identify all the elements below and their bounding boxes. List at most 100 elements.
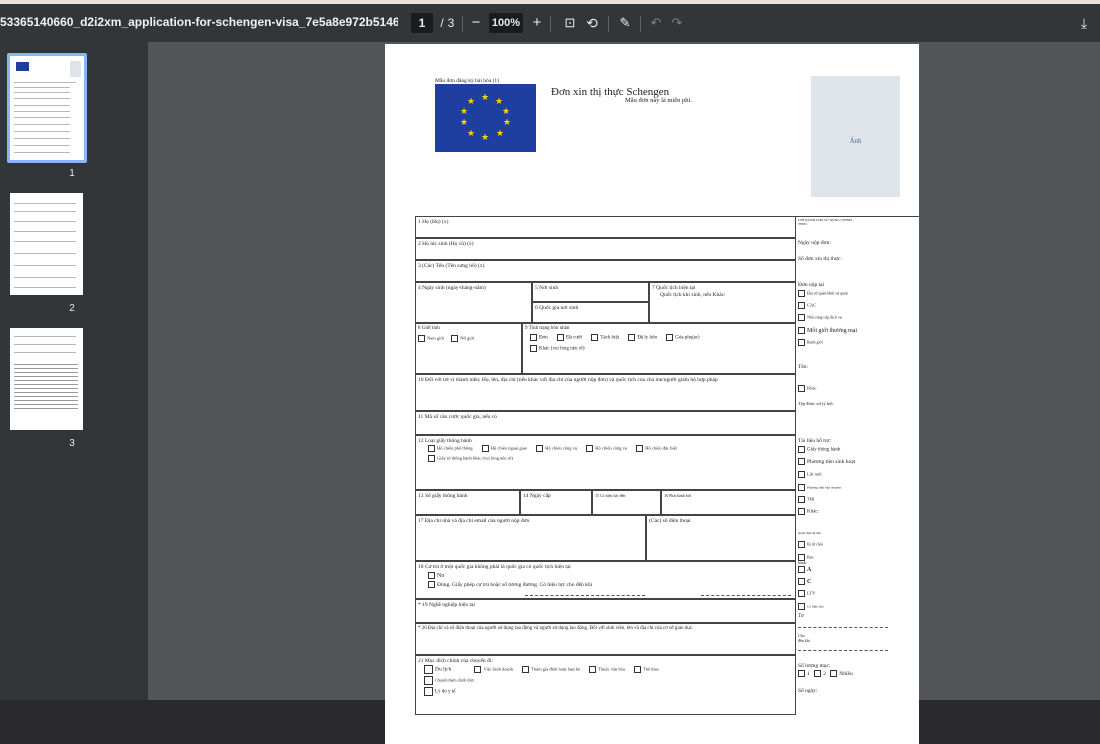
checkbox-single[interactable] bbox=[530, 334, 537, 342]
official-handled-by-label: Tệp được xử lý bởi: bbox=[798, 401, 834, 406]
field-telephone[interactable]: (Các) số điện thoại bbox=[646, 515, 796, 561]
checkbox-ordinary-passport[interactable] bbox=[428, 444, 435, 452]
field-issued-by[interactable]: 16 Phát hành bởi bbox=[661, 490, 796, 515]
checkbox-official-passport-label: Hộ chiếu công vụ bbox=[595, 445, 628, 451]
checkbox-border[interactable] bbox=[798, 339, 805, 346]
field-occupation[interactable]: * 19 Nghề nghiệp hiện tại bbox=[415, 599, 796, 623]
zoom-in-icon[interactable]: + bbox=[530, 13, 544, 33]
field-document-number[interactable]: 13 Số giấy thông hành bbox=[415, 490, 520, 515]
residence-permit-line bbox=[525, 595, 645, 596]
thumb-line bbox=[14, 92, 70, 93]
checkbox-residence-no[interactable] bbox=[428, 571, 435, 579]
field-date-of-birth[interactable]: 4 Ngày sinh (ngày-tháng-năm) bbox=[415, 282, 532, 323]
checkbox-doc-transport[interactable] bbox=[798, 484, 805, 491]
checkbox-doc-other[interactable] bbox=[798, 508, 805, 515]
checkbox-official-visit[interactable] bbox=[424, 675, 433, 685]
checkbox-doc-invitation[interactable] bbox=[798, 471, 805, 478]
residence-valid-line bbox=[701, 595, 791, 596]
checkbox-male[interactable] bbox=[418, 335, 425, 343]
checkbox-medical-label: Lý do y tế bbox=[435, 689, 456, 695]
checkbox-marital-other[interactable] bbox=[530, 345, 537, 353]
checkbox-other-travel-doc-label: Giấy tờ thông hành khác (vui lòng nêu rõ… bbox=[437, 455, 513, 461]
checkbox-other-travel-doc[interactable] bbox=[428, 454, 435, 462]
field-date-of-issue[interactable]: 14 Ngày cấp bbox=[520, 490, 592, 515]
checkbox-single-label: Đơn bbox=[539, 335, 548, 341]
thumbnail-page-3[interactable] bbox=[10, 328, 83, 430]
checkbox-cac[interactable] bbox=[798, 302, 805, 309]
official-use-heading: CHỈ DÀNH CHO SỬ DỤNG CHÍNH THỨC bbox=[798, 218, 852, 227]
field-national-id[interactable]: 11 Mã số căn cước quốc gia, nếu có bbox=[415, 411, 796, 435]
official-until-label: Cho đến khi bbox=[798, 633, 810, 643]
field-surname-at-birth[interactable]: 2 Họ lúc sinh (Họ cũ) (x) bbox=[415, 238, 796, 260]
zoom-out-icon[interactable]: − bbox=[469, 13, 483, 33]
field-country-of-birth[interactable]: 6 Quốc gia nơi sinh bbox=[532, 302, 649, 323]
checkbox-refused[interactable] bbox=[798, 541, 805, 548]
zoom-level-input[interactable]: 100% bbox=[489, 13, 523, 33]
checkbox-residence-yes[interactable] bbox=[428, 581, 435, 589]
redo-icon[interactable]: ↷ bbox=[670, 13, 684, 33]
checkbox-doc-subsistence[interactable] bbox=[798, 458, 805, 465]
field-parental-authority[interactable]: 10 Đối với trẻ vị thành niên: Họ, tên, đ… bbox=[415, 374, 796, 411]
checkbox-medical[interactable] bbox=[424, 686, 433, 696]
field-home-address[interactable]: 17 Địa chỉ nhà và địa chỉ email của ngườ… bbox=[415, 515, 646, 561]
rotate-icon[interactable]: ⟲ bbox=[584, 13, 600, 33]
checkbox-cultural[interactable] bbox=[589, 665, 597, 673]
checkbox-visiting-family[interactable] bbox=[522, 665, 530, 673]
thumb-line bbox=[14, 396, 78, 397]
star-icon: ★ bbox=[495, 96, 504, 106]
field-surname[interactable]: 1 Họ (Họ) (x) bbox=[415, 216, 796, 238]
thumbnail-sidebar: 1 2 3 bbox=[0, 42, 148, 700]
official-decision-label: Quyết định thị thực bbox=[798, 531, 822, 535]
checkbox-doc-invitation-label: Lời mời bbox=[807, 471, 822, 477]
checkbox-doc-tmi[interactable] bbox=[798, 496, 805, 503]
checkbox-widowed[interactable] bbox=[666, 334, 674, 342]
official-number-label: Số đơn xin thị thực: bbox=[798, 256, 842, 262]
annotate-icon[interactable]: ✎ bbox=[617, 13, 633, 33]
checkbox-separated[interactable] bbox=[591, 334, 599, 342]
checkbox-doc-travel[interactable] bbox=[798, 446, 805, 453]
page-number-input[interactable]: 1 bbox=[411, 13, 433, 33]
checkbox-official-passport[interactable] bbox=[586, 444, 594, 452]
checkbox-entries-multiple[interactable] bbox=[830, 670, 838, 677]
field-nationality[interactable]: 7 Quốc tịch hiện tại Quốc tịch khi sinh,… bbox=[649, 282, 796, 323]
checkbox-divorced[interactable] bbox=[628, 334, 636, 342]
document-viewer[interactable]: Mẫu đơn đăng ký hài hòa (1) ★ ★ ★ ★ ★ ★ … bbox=[148, 42, 1100, 744]
thumb-line bbox=[14, 231, 76, 232]
checkbox-visa-c[interactable] bbox=[798, 578, 805, 585]
checkbox-entries-2[interactable] bbox=[814, 670, 822, 677]
checkbox-sports[interactable] bbox=[633, 665, 641, 673]
field-travel-document-label: 12 Loại giấy thông hành bbox=[418, 438, 472, 444]
checkbox-business[interactable] bbox=[474, 665, 482, 673]
checkbox-service-passport[interactable] bbox=[536, 444, 544, 452]
checkbox-official-other[interactable] bbox=[798, 385, 805, 392]
field-first-names[interactable]: 3 (Các) Tên (Tên sưng hô) (x) bbox=[415, 260, 796, 282]
checkbox-female[interactable] bbox=[451, 335, 459, 343]
field-employer[interactable]: * 20 Địa chỉ và số điện thoại của người … bbox=[415, 623, 796, 655]
thumb-line bbox=[14, 344, 76, 345]
field-place-of-birth[interactable]: 5 Nơi sinh bbox=[532, 282, 649, 302]
checkbox-service-provider[interactable] bbox=[798, 314, 805, 321]
checkbox-business-label: Việc kinh doanh bbox=[483, 666, 513, 672]
checkbox-doc-travel-label: Giấy thông hành bbox=[807, 447, 841, 453]
checkbox-tourism[interactable] bbox=[424, 664, 433, 674]
fit-page-icon[interactable]: ⊡ bbox=[562, 13, 578, 33]
thumb-line bbox=[14, 211, 76, 212]
star-icon: ★ bbox=[481, 132, 490, 142]
checkbox-married[interactable] bbox=[557, 334, 565, 342]
checkbox-commercial-intermediary[interactable] bbox=[798, 327, 805, 334]
field-valid-until[interactable]: 15 Có hiệu lực đến bbox=[592, 490, 661, 515]
checkbox-embassy[interactable] bbox=[798, 290, 805, 297]
checkbox-entries-1[interactable] bbox=[798, 670, 805, 677]
thumb-line bbox=[14, 203, 76, 204]
checkbox-visa-a[interactable] bbox=[798, 566, 805, 573]
thumbnail-page-2[interactable] bbox=[10, 193, 83, 295]
thumb-line bbox=[14, 241, 76, 242]
thumbnail-page-1[interactable] bbox=[10, 56, 84, 160]
checkbox-valid[interactable] bbox=[798, 603, 805, 610]
undo-icon[interactable]: ↶ bbox=[649, 13, 663, 33]
thumb-line bbox=[14, 277, 76, 278]
checkbox-diplomatic-passport[interactable] bbox=[481, 444, 489, 452]
checkbox-special-passport[interactable] bbox=[636, 444, 644, 452]
checkbox-visa-ltv[interactable] bbox=[798, 590, 805, 597]
download-icon[interactable]: ⤓ bbox=[1076, 13, 1092, 33]
